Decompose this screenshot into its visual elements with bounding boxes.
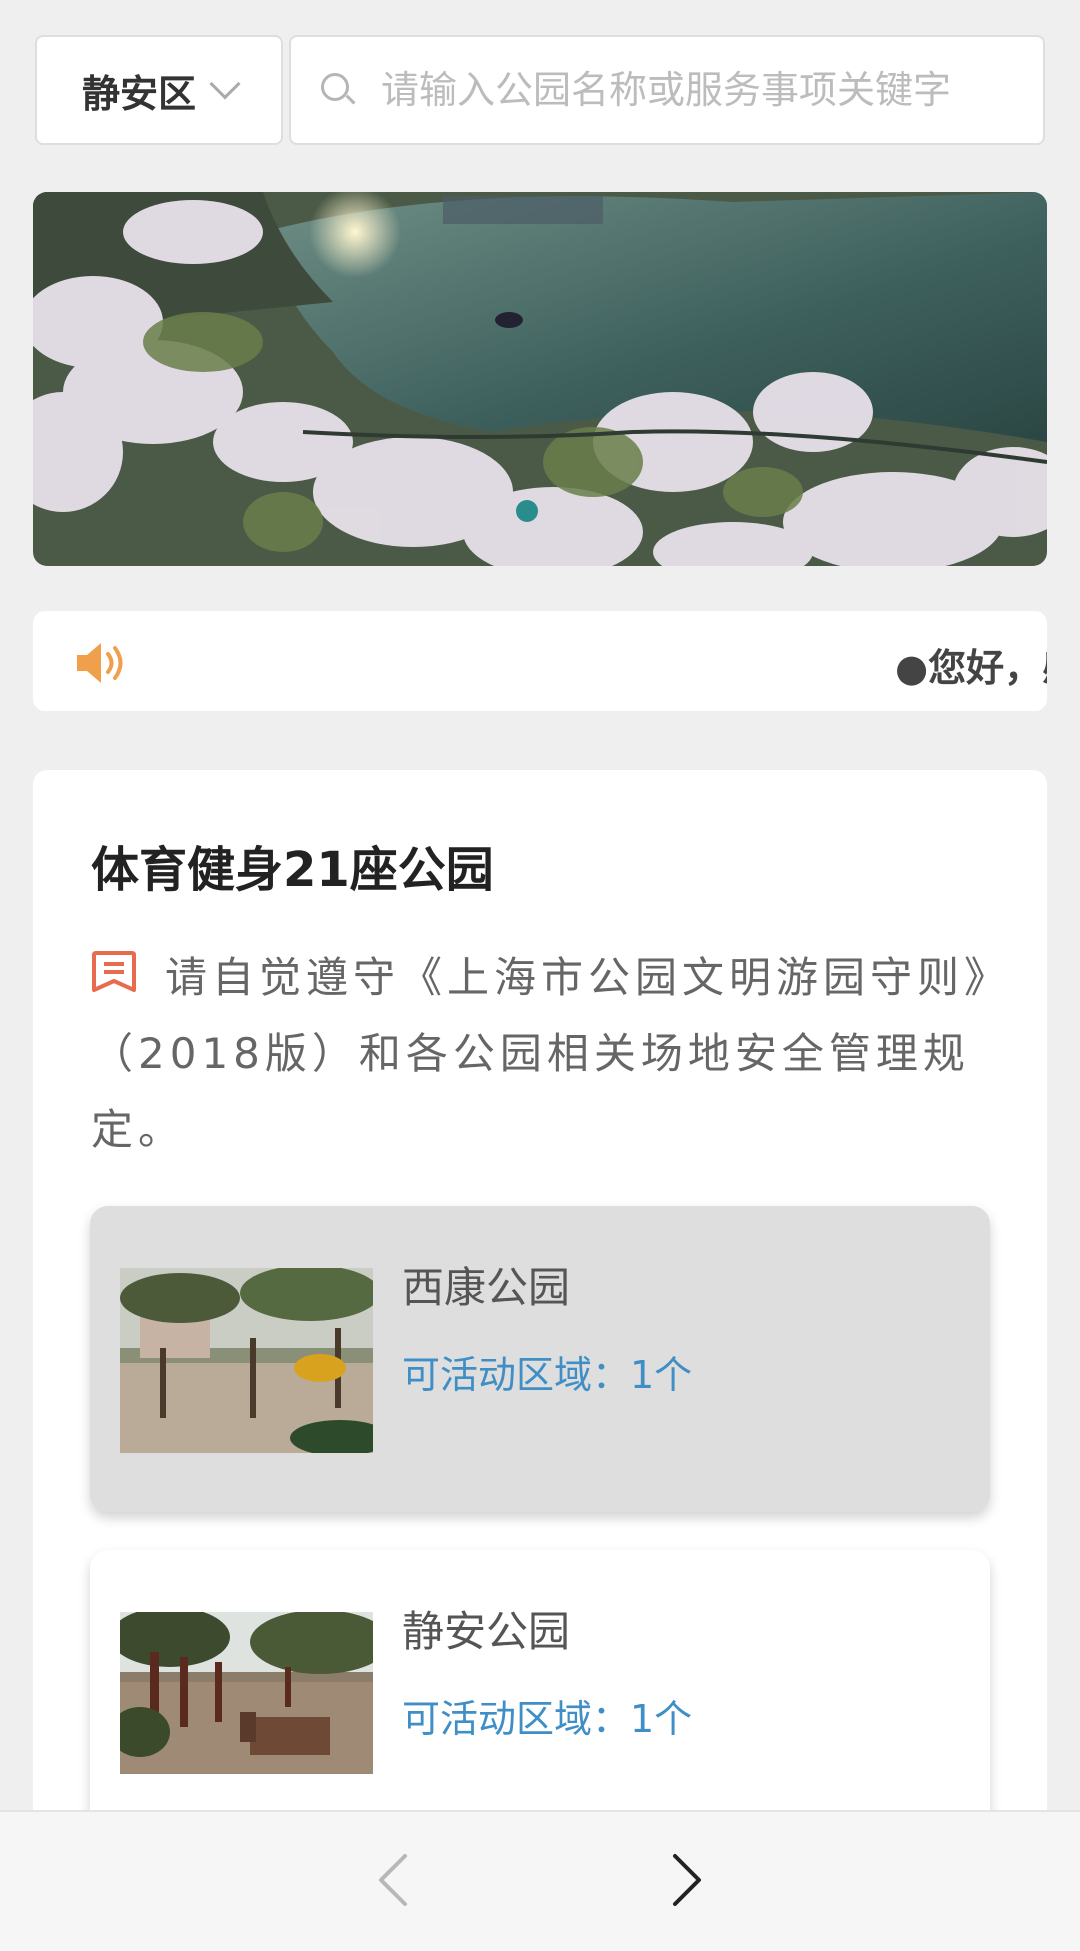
district-label: 静安区 (81, 71, 196, 116)
rules-notice: 请自觉遵守《上海市公园文明游园守则》（2018版）和各公园相关场地安全管理规定。 (91, 940, 991, 1168)
district-selector[interactable]: 静安区 (35, 35, 283, 145)
search-box[interactable] (289, 35, 1045, 145)
park-list-card: 体育健身21座公园 请自觉遵守《上海市公园文明游园守则》（2018版）和各公园相… (33, 770, 1047, 1951)
bottom-nav-bar (0, 1810, 1080, 1951)
rules-text: 请自觉遵守《上海市公园文明游园守则》（2018版）和各公园相关场地安全管理规定。 (91, 953, 991, 1154)
banner-carousel[interactable] (33, 192, 1047, 566)
search-icon (321, 73, 356, 107)
chevron-right-icon[interactable] (655, 1850, 715, 1910)
chevron-down-icon (209, 68, 241, 100)
section-title: 体育健身21座公园 (91, 842, 494, 898)
park-active-area[interactable]: 可活动区域：1个 (402, 1688, 692, 1743)
park-active-area[interactable]: 可活动区域：1个 (402, 1344, 692, 1399)
bookmark-icon (92, 951, 136, 992)
search-input[interactable] (381, 68, 971, 112)
banner-image (33, 192, 1047, 566)
notice-text: ●您好，感 (895, 646, 1047, 690)
speaker-icon (77, 643, 123, 683)
park-item-xikang[interactable]: 西康公园 可活动区域：1个 (90, 1206, 990, 1512)
chevron-left-icon[interactable] (365, 1850, 425, 1910)
carousel-indicator[interactable] (516, 500, 538, 522)
park-thumbnail (120, 1268, 373, 1453)
park-name: 西康公园 (402, 1263, 571, 1312)
park-name: 静安公园 (402, 1607, 571, 1656)
park-thumbnail (120, 1612, 373, 1774)
notice-bar: ●您好，感 (33, 611, 1047, 711)
park-services-page: 静安区 请输入公园名称或服务事项关键字 ●您好， 体育健身21座公园 请自觉遵守… (0, 0, 1080, 1951)
